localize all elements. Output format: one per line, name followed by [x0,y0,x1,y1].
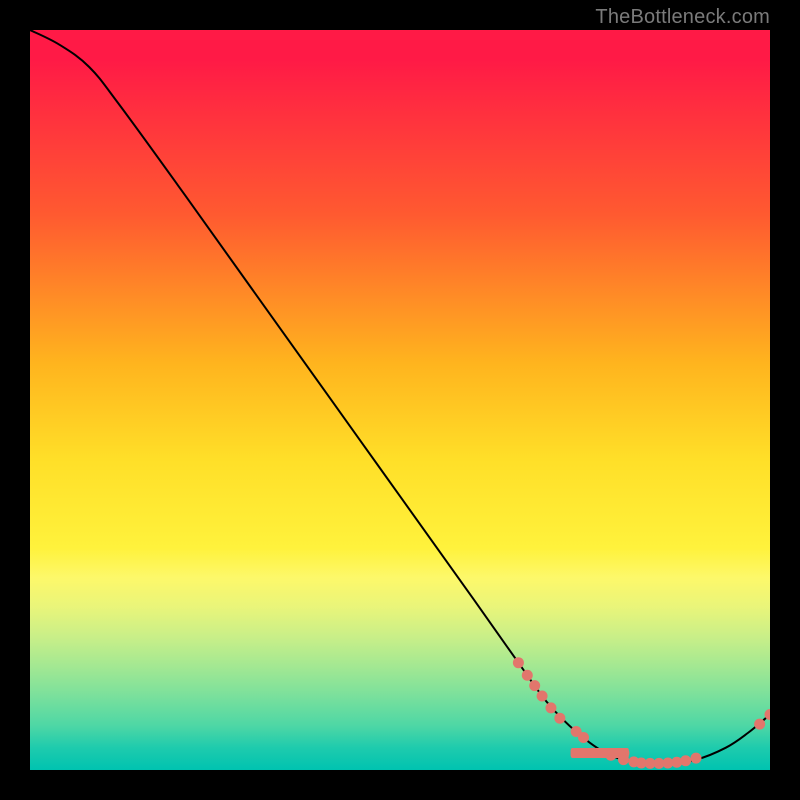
chart-svg: NVIDIA P106-100 [30,30,770,770]
data-point[interactable] [545,702,556,713]
data-point[interactable] [513,657,524,668]
data-point[interactable] [554,713,565,724]
data-point[interactable] [537,691,548,702]
watermark-text: TheBottleneck.com [595,6,770,29]
gpu-badge-label: NVIDIA P106-100 [570,749,630,758]
data-point[interactable] [691,753,702,764]
plot-area: NVIDIA P106-100 [30,30,770,770]
data-point[interactable] [754,719,765,730]
data-point[interactable] [529,680,540,691]
data-point[interactable] [578,732,589,743]
data-point[interactable] [680,755,691,766]
data-point[interactable] [522,670,533,681]
bottleneck-curve [30,30,770,764]
chart-frame: TheBottleneck.com NVIDIA P106-100 [0,0,800,800]
